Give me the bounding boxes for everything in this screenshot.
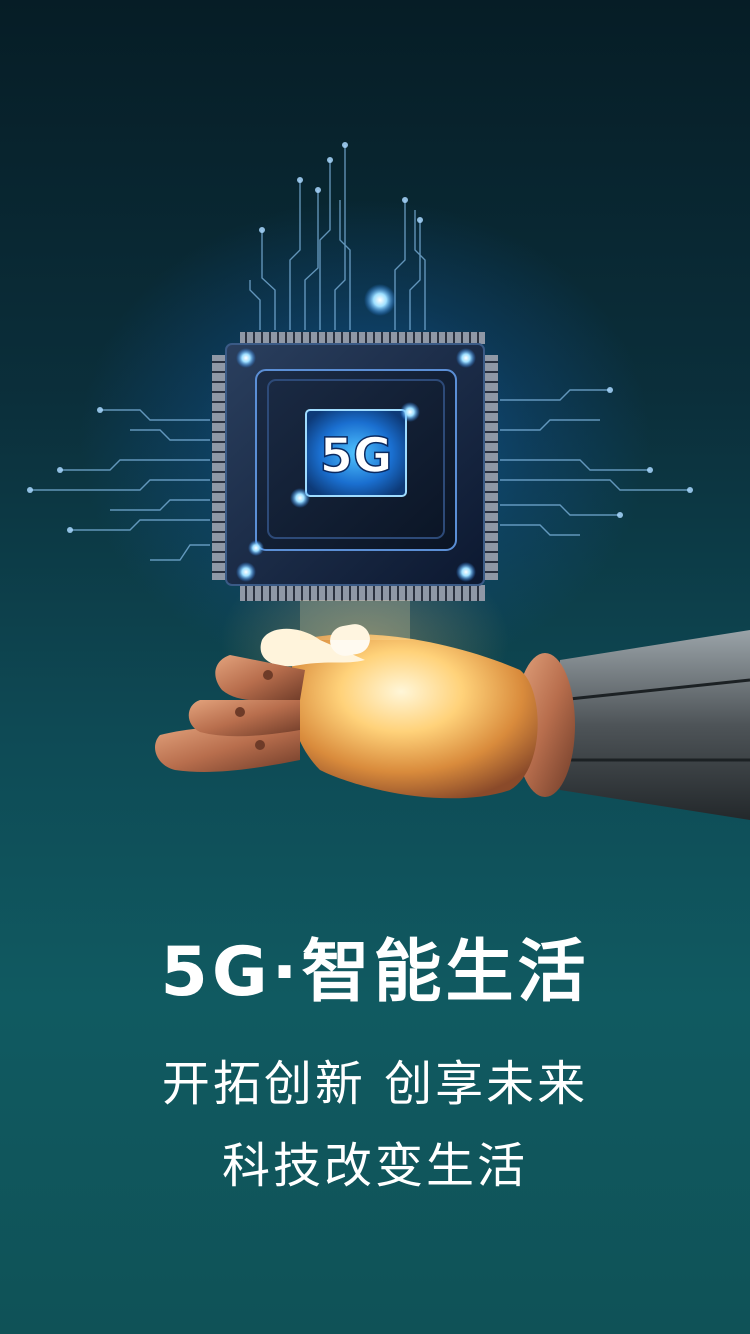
- headline: 5G·智能生活: [160, 933, 590, 1012]
- poster-screen: 5G 5G·智能生活 开拓创新 创享未来 科技改变生活: [0, 0, 750, 1334]
- chip-label: 5G: [320, 428, 393, 484]
- tagline-line-2: 科技改变生活: [221, 1138, 528, 1194]
- chip-on-robot-hand-illustration: 5G: [27, 142, 750, 820]
- energy-beam: [300, 600, 410, 640]
- tagline-line-1: 开拓创新 创享未来: [161, 1056, 589, 1112]
- robot-forearm: [560, 630, 750, 820]
